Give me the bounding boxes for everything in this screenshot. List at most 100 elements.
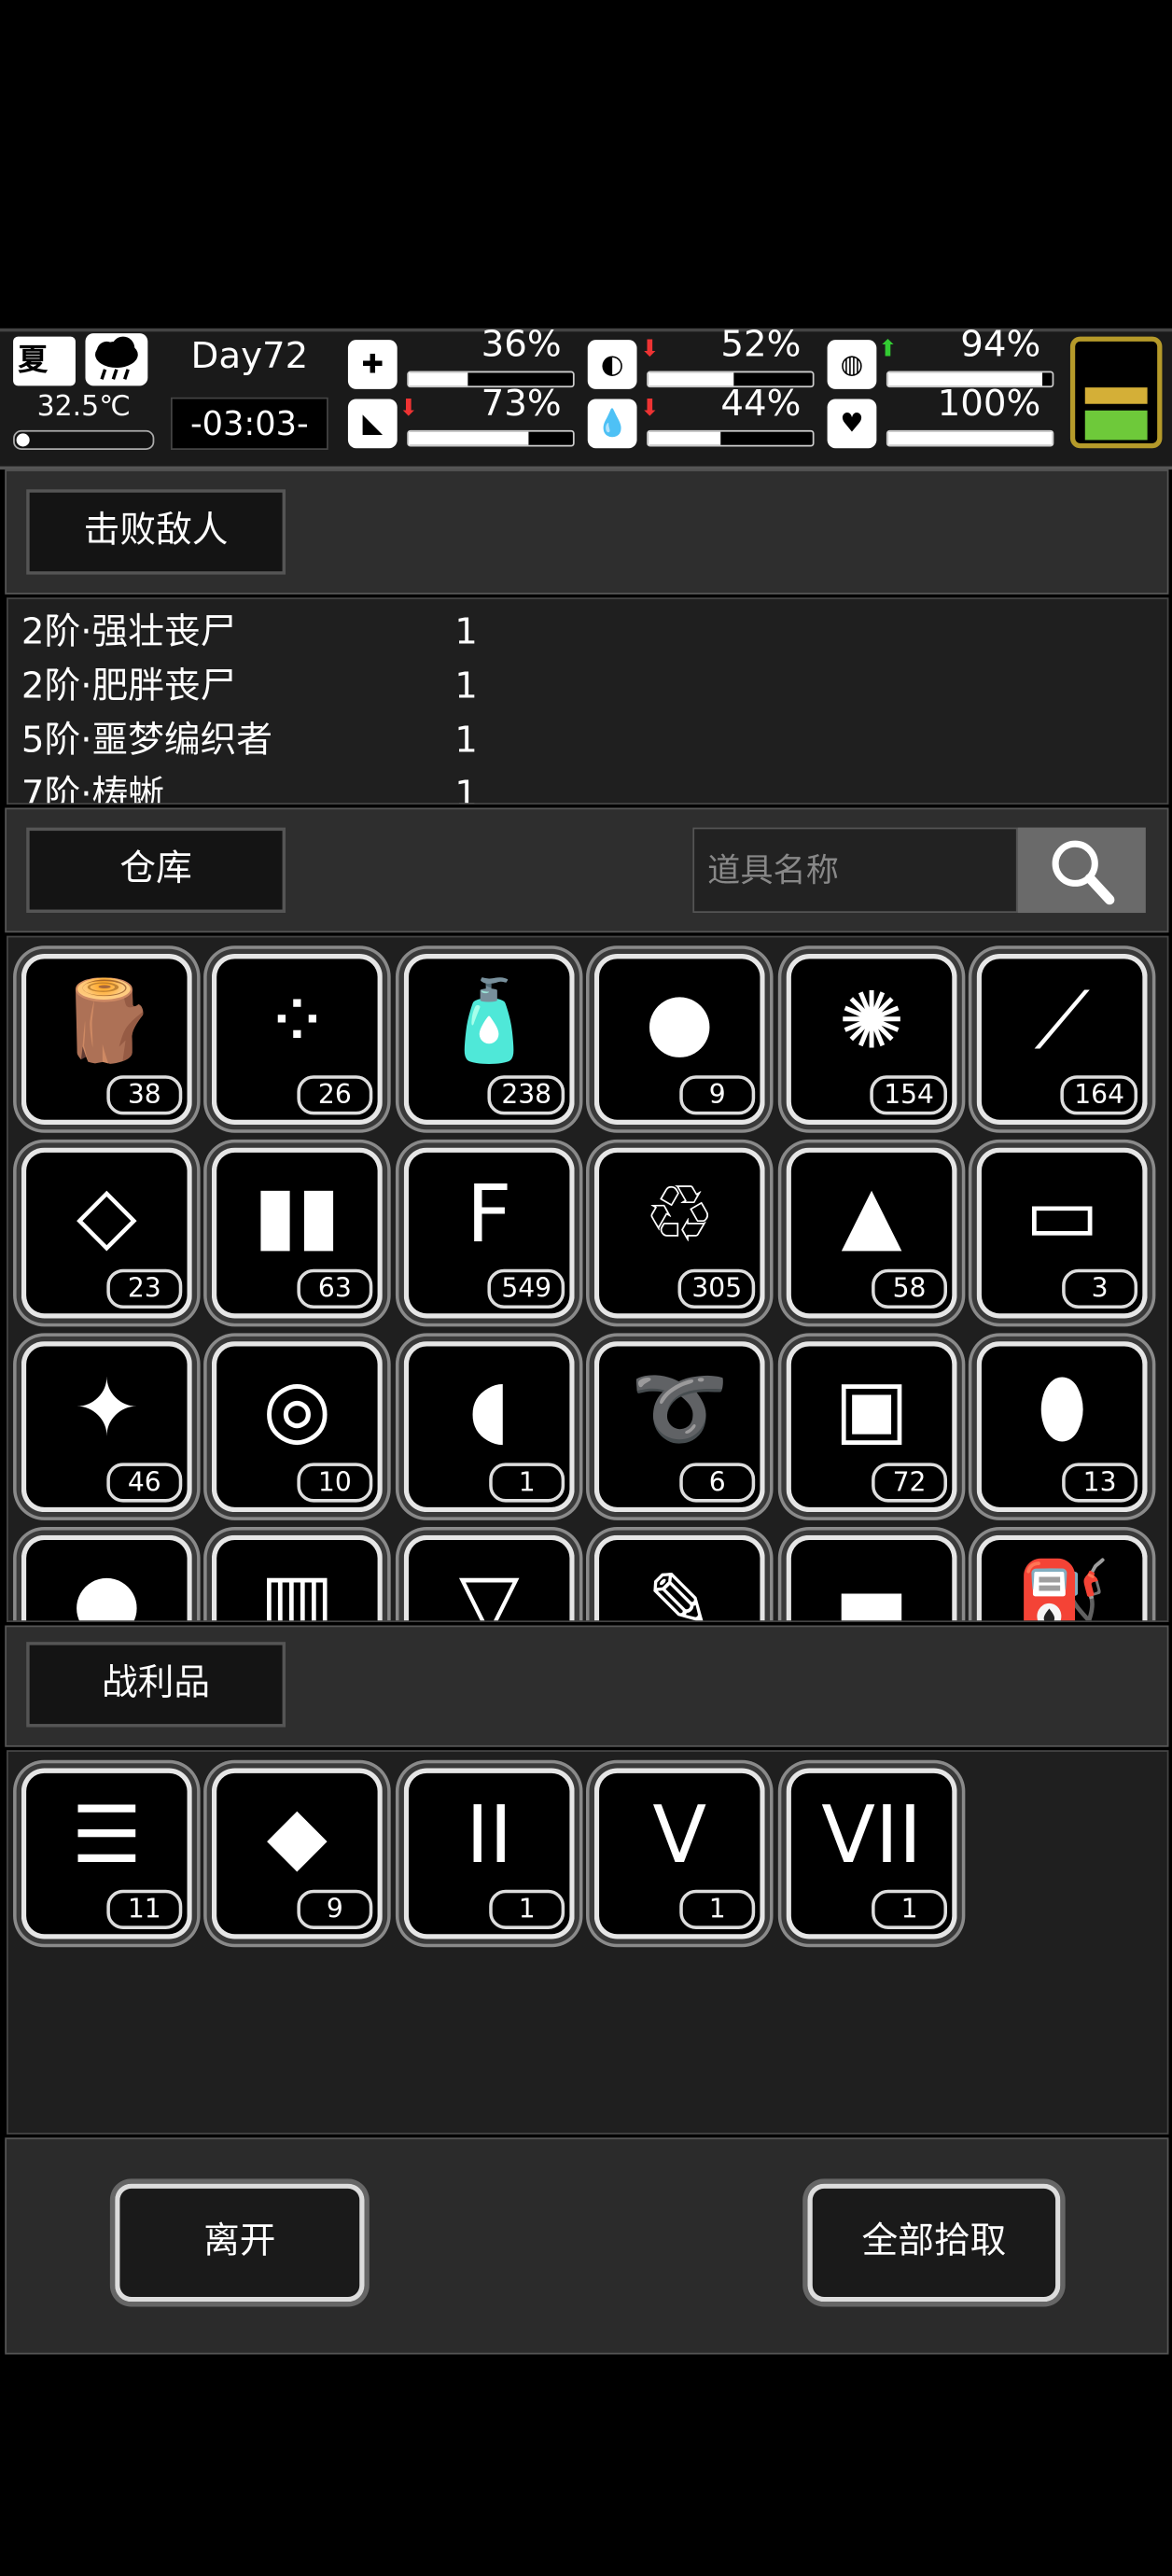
item-slot[interactable]: ⛽ bbox=[976, 1534, 1148, 1622]
battery-icon[interactable] bbox=[1069, 336, 1163, 449]
item-quantity: 46 bbox=[106, 1463, 183, 1503]
item-quantity: 23 bbox=[106, 1268, 183, 1309]
sunflower-seeds-icon: ⬮ bbox=[1037, 1363, 1087, 1455]
thirst-value: 44% bbox=[720, 384, 802, 426]
item-slot[interactable]: ● 9 bbox=[593, 954, 765, 1125]
item-slot[interactable]: ✦ 46 bbox=[21, 1341, 192, 1513]
item-slot[interactable]: ▮▮ 63 bbox=[211, 1147, 383, 1319]
item-slot[interactable]: ✺ 154 bbox=[786, 954, 957, 1125]
item-slot[interactable]: ⬮ 13 bbox=[976, 1341, 1148, 1513]
spray-bottle-icon: 🧴 bbox=[440, 974, 538, 1068]
battery-pack-icon: ▬ bbox=[834, 1556, 909, 1622]
search-button[interactable] bbox=[1017, 827, 1146, 914]
item-slot[interactable]: ▲ 58 bbox=[786, 1147, 957, 1319]
plastic-bottle-icon: ♲ bbox=[644, 1169, 716, 1261]
fire-barrel-icon: ▥ bbox=[259, 1556, 335, 1622]
item-slot[interactable]: ▭ 3 bbox=[976, 1147, 1148, 1319]
temperature: 32.5℃ bbox=[36, 390, 131, 424]
item-slot[interactable]: ➰ 6 bbox=[593, 1341, 765, 1513]
temperature-bar bbox=[13, 429, 155, 450]
thirst-bar bbox=[647, 429, 815, 447]
item-slot[interactable]: 🪵 38 bbox=[21, 954, 192, 1125]
boot-icon: ◣ bbox=[347, 399, 398, 449]
mood-bar bbox=[886, 429, 1054, 447]
item-quantity: 3 bbox=[1062, 1268, 1138, 1309]
item-slot[interactable]: ☰ 11 bbox=[21, 1768, 192, 1939]
stamina-bar bbox=[407, 429, 575, 447]
water-drop-icon: 💧 bbox=[587, 399, 637, 449]
item-slot[interactable]: ⟋ 164 bbox=[976, 954, 1148, 1125]
ice-cubes-icon: ▣ bbox=[834, 1363, 909, 1455]
mood-value: 100% bbox=[937, 384, 1041, 426]
cans-icon: ▭ bbox=[1025, 1169, 1100, 1261]
earplugs-icon: ◖ bbox=[467, 1363, 510, 1455]
meat-icon: ◆ bbox=[266, 1789, 328, 1882]
item-slot[interactable]: F 549 bbox=[403, 1147, 575, 1319]
item-slot[interactable]: ▽ bbox=[403, 1534, 575, 1622]
item-slot[interactable]: ◎ 10 bbox=[211, 1341, 383, 1513]
item-quantity: 1 bbox=[489, 1889, 565, 1929]
search-icon bbox=[1052, 840, 1115, 905]
item-quantity: 58 bbox=[872, 1268, 948, 1309]
enemy-count: 1 bbox=[454, 775, 478, 805]
immunity-value: 94% bbox=[960, 325, 1041, 367]
potatoes-icon: ● bbox=[72, 1556, 142, 1622]
item-slot[interactable]: V1 bbox=[593, 1768, 765, 1939]
item-slot[interactable]: 🧴 238 bbox=[403, 954, 575, 1125]
warehouse-tab[interactable]: 仓库 bbox=[26, 827, 286, 914]
list-item: 2阶·肥胖丧尸 bbox=[21, 666, 237, 708]
item-slot[interactable]: VII 1 bbox=[786, 1768, 957, 1939]
leave-button[interactable]: 离开 bbox=[115, 2183, 365, 2303]
item-quantity: 1 bbox=[872, 1889, 948, 1929]
item-slot[interactable]: ▬ bbox=[786, 1534, 957, 1622]
item-quantity: 1 bbox=[679, 1889, 756, 1929]
item-slot[interactable]: ◖ 1 bbox=[403, 1341, 575, 1513]
search-input[interactable]: 道具名称 bbox=[692, 827, 1018, 914]
crumpled-paper-icon: ✦ bbox=[73, 1363, 140, 1455]
item-quantity: 26 bbox=[297, 1075, 373, 1115]
bullets-icon: ▮▮ bbox=[253, 1169, 341, 1261]
stones-icon: ● bbox=[645, 974, 715, 1068]
item-slot[interactable]: ● bbox=[21, 1534, 192, 1622]
item-slot[interactable]: ◆ 9 bbox=[211, 1768, 383, 1939]
loot-grid: ☰ 11 ◆ 9 II 1 V 1 VII 1 bbox=[7, 1750, 1169, 2135]
item-quantity: 11 bbox=[106, 1889, 183, 1929]
test-tube-vii-icon: VII bbox=[821, 1789, 922, 1882]
clock: -03:03- bbox=[170, 397, 328, 450]
cloth-icon: ☰ bbox=[71, 1789, 143, 1882]
day-counter: Day72 bbox=[190, 336, 309, 378]
glass-shards-icon: ◇ bbox=[76, 1169, 137, 1261]
item-quantity: 72 bbox=[872, 1463, 948, 1503]
item-slot[interactable]: ✎ bbox=[593, 1534, 765, 1622]
item-slot[interactable]: II 1 bbox=[403, 1768, 575, 1939]
item-slot[interactable]: ▣ 72 bbox=[786, 1341, 957, 1513]
item-quantity: 6 bbox=[679, 1463, 756, 1503]
defeated-tab[interactable]: 击败敌人 bbox=[26, 489, 286, 575]
list-item: 5阶·噩梦编织者 bbox=[21, 721, 273, 763]
logs-icon: 🪵 bbox=[57, 974, 156, 1068]
item-quantity: 305 bbox=[678, 1268, 756, 1309]
health-value: 36% bbox=[481, 325, 562, 367]
heart-icon: ♥ bbox=[827, 399, 877, 449]
item-slot[interactable]: ⁘ 26 bbox=[211, 954, 383, 1125]
item-slot[interactable]: ◇ 23 bbox=[21, 1147, 192, 1319]
item-quantity: 10 bbox=[297, 1463, 373, 1503]
loot-tab[interactable]: 战利品 bbox=[26, 1642, 286, 1728]
item-quantity: 13 bbox=[1062, 1463, 1138, 1503]
defeated-list: 2阶·强壮丧尸 1 2阶·肥胖丧尸 1 5阶·噩梦编织者 1 7阶·梼蜥 1 bbox=[7, 597, 1169, 805]
drink-cup-icon: ▽ bbox=[458, 1556, 520, 1622]
list-item: 7阶·梼蜥 bbox=[21, 775, 164, 805]
item-quantity: 9 bbox=[679, 1075, 756, 1115]
item-slot[interactable]: ♲ 305 bbox=[593, 1147, 765, 1319]
enemy-count: 1 bbox=[454, 721, 478, 763]
item-quantity: 38 bbox=[106, 1075, 183, 1115]
pick-all-button[interactable]: 全部拾取 bbox=[807, 2183, 1061, 2303]
syringe-icon: ✎ bbox=[646, 1556, 713, 1622]
picks-icon: ⟋ bbox=[1034, 974, 1090, 1068]
item-slot[interactable]: ▥ bbox=[211, 1534, 383, 1622]
fuel-can-icon: ⛽ bbox=[1012, 1556, 1111, 1622]
item-quantity: 238 bbox=[488, 1075, 565, 1115]
enemy-count: 1 bbox=[454, 612, 478, 654]
stamina-value: 73% bbox=[481, 384, 562, 426]
list-item: 2阶·强壮丧尸 bbox=[21, 612, 237, 654]
